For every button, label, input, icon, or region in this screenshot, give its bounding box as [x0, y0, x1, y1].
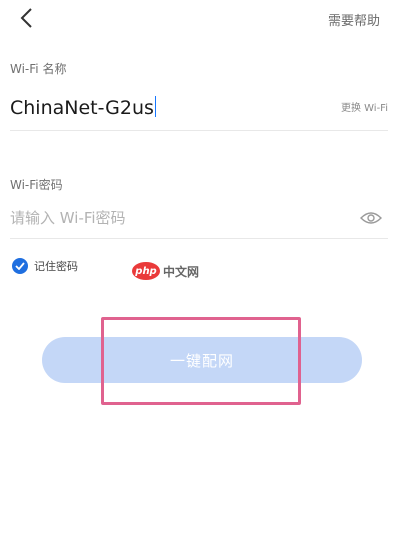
chevron-left-icon	[20, 8, 32, 28]
password-input[interactable]	[10, 204, 340, 232]
divider	[10, 130, 388, 131]
divider	[10, 238, 388, 239]
text-caret	[154, 96, 157, 117]
highlight-box	[101, 317, 301, 405]
ssid-field[interactable]: ChinaNet-G2us	[10, 96, 157, 119]
remember-password-label: 记住密码	[34, 260, 78, 273]
php-logo-icon: php	[132, 262, 160, 280]
ssid-label: Wi-Fi 名称	[10, 62, 67, 76]
help-link[interactable]: 需要帮助	[328, 10, 380, 29]
back-button[interactable]	[14, 6, 42, 30]
eye-icon	[360, 212, 382, 224]
ssid-value: ChinaNet-G2us	[10, 97, 154, 119]
watermark: php 中文网	[132, 262, 199, 280]
switch-wifi-link[interactable]: 更换 Wi-Fi	[341, 99, 388, 114]
watermark-text: 中文网	[163, 264, 200, 279]
toggle-visibility-button[interactable]	[360, 210, 382, 224]
password-label: Wi-Fi密码	[10, 178, 63, 192]
checkmark-icon	[12, 258, 28, 274]
remember-password-checkbox[interactable]: 记住密码	[12, 258, 78, 274]
